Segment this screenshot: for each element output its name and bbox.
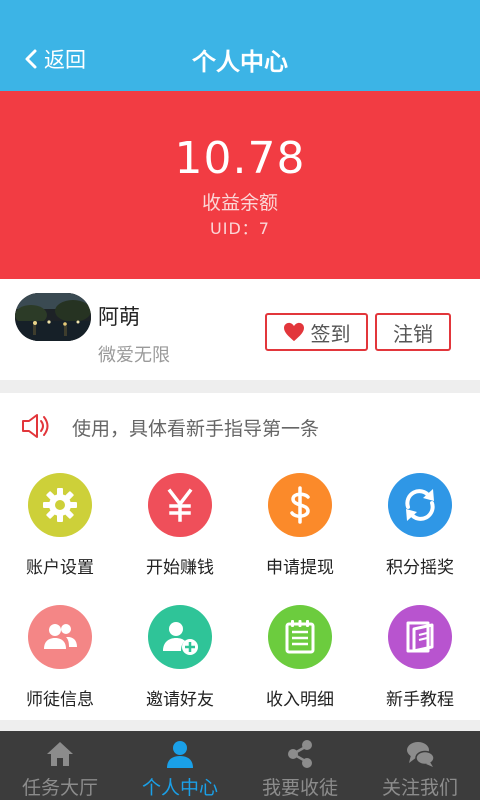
- grid-item-label: 邀请好友: [146, 690, 214, 710]
- grid-item-label: 师徒信息: [26, 690, 94, 710]
- dollar-icon: [268, 473, 332, 537]
- notice-bar: 使用，具体看新手指导第一条: [0, 393, 480, 457]
- avatar-image: [15, 293, 91, 341]
- balance-panel: 10.78 收益余额 UID：7: [0, 91, 480, 279]
- balance-label: 收益余额: [201, 192, 278, 214]
- grid-item-label: 收入明细: [266, 690, 334, 710]
- heart-icon: [283, 322, 304, 342]
- person-icon: [167, 741, 193, 768]
- add-user-icon: [148, 605, 212, 669]
- logout-button[interactable]: 注销: [375, 313, 451, 351]
- grid-item-account-settings[interactable]: 账户设置: [0, 457, 120, 589]
- grid-item-income-details[interactable]: 收入明细: [240, 589, 360, 721]
- page-title: 个人中心: [192, 48, 288, 76]
- tab-personal-center[interactable]: 个人中心: [120, 731, 240, 800]
- book-icon: [388, 605, 452, 669]
- sign-in-button[interactable]: 签到: [265, 313, 368, 351]
- tab-follow-us[interactable]: 关注我们: [360, 731, 480, 800]
- user-nickname: 阿萌: [98, 305, 140, 329]
- grid-item-mentor-info[interactable]: 师徒信息: [0, 589, 120, 721]
- grid-item-start-earning[interactable]: 开始赚钱: [120, 457, 240, 589]
- top-bar: 返回 个人中心: [0, 0, 480, 91]
- user-slogan: 微爱无限: [98, 345, 170, 366]
- grid-item-label: 申请提现: [266, 558, 334, 578]
- notebook-icon: [268, 605, 332, 669]
- share-icon: [288, 740, 312, 768]
- balance-amount: 10.78: [174, 133, 306, 184]
- yen-icon: [148, 473, 212, 537]
- chat-icon: [407, 742, 435, 767]
- speaker-icon: [22, 414, 49, 438]
- grid-item-label: 新手教程: [386, 690, 454, 710]
- gear-icon: [28, 473, 92, 537]
- avatar[interactable]: [15, 293, 91, 341]
- grid-item-label: 积分摇奖: [386, 558, 454, 578]
- user-uid: UID：7: [210, 219, 270, 238]
- grid-item-withdraw[interactable]: 申请提现: [240, 457, 360, 589]
- users-icon: [28, 605, 92, 669]
- profile-card: 阿萌 微爱无限 签到 注销: [0, 279, 480, 380]
- logout-label: 注销: [393, 321, 433, 346]
- function-panel: 使用，具体看新手指导第一条 账户设置 开始赚钱 申请提现 积分摇奖 师徒信息 邀…: [0, 393, 480, 720]
- tab-label: 我要收徒: [261, 777, 338, 799]
- grid-item-lottery[interactable]: 积分摇奖: [360, 457, 480, 589]
- grid-item-label: 开始赚钱: [146, 558, 214, 578]
- home-icon: [47, 742, 73, 766]
- grid-item-invite-friends[interactable]: 邀请好友: [120, 589, 240, 721]
- tab-label: 个人中心: [141, 777, 218, 799]
- tab-label: 关注我们: [381, 777, 458, 799]
- sign-in-label: 签到: [310, 321, 351, 346]
- refresh-icon: [388, 473, 452, 537]
- bottom-tab-bar: 任务大厅 个人中心 我要收徒 关注我们: [0, 731, 480, 800]
- grid-item-label: 账户设置: [26, 558, 94, 578]
- grid-item-tutorial[interactable]: 新手教程: [360, 589, 480, 721]
- tab-task-hall[interactable]: 任务大厅: [0, 731, 120, 800]
- tab-label: 任务大厅: [21, 777, 98, 799]
- tab-recruit[interactable]: 我要收徒: [240, 731, 360, 800]
- notice-text: 使用，具体看新手指导第一条: [72, 418, 320, 440]
